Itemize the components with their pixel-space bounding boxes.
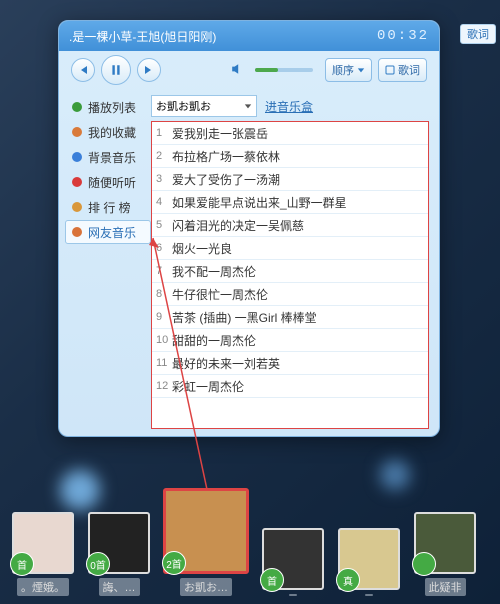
song-number: 10	[156, 334, 172, 346]
now-playing-title: .是一棵小草-王旭(旭日阳刚)	[69, 28, 377, 45]
sidebar-item-3[interactable]: 随便听听	[65, 170, 151, 194]
music-box-link[interactable]: 进音乐盒	[265, 98, 313, 115]
song-count-badge: 首	[10, 552, 34, 576]
song-title: 布拉格广场一蔡依林	[172, 148, 280, 165]
sidebar-icon	[70, 100, 84, 114]
sidebar-item-4[interactable]: 排 行 榜	[65, 195, 151, 219]
dock-item-2[interactable]: 2首お凱お…	[160, 488, 252, 596]
song-row[interactable]: 11最好的未来一刘若英	[152, 352, 428, 375]
sidebar-item-label: 网友音乐	[88, 224, 136, 241]
song-row[interactable]: 1爱我别走一张震岳	[152, 122, 428, 145]
music-player-window: .是一棵小草-王旭(旭日阳刚) 00:32 顺序 歌词 播放列表我的收藏背景音乐…	[58, 20, 440, 437]
song-number: 8	[156, 288, 172, 300]
dock-item-5[interactable]: 此疑非	[410, 512, 480, 596]
song-title: 甜甜的一周杰伦	[172, 332, 256, 349]
song-number: 2	[156, 150, 172, 162]
song-number: 9	[156, 311, 172, 323]
sidebar-icon	[70, 225, 84, 239]
avatar: 首	[12, 512, 74, 574]
song-list: 1爱我别走一张震岳2布拉格广场一蔡依林3爱大了受伤了一汤潮4如果爱能早点说出来_…	[151, 121, 429, 429]
dock-label: お凱お…	[180, 578, 232, 596]
sidebar-item-label: 随便听听	[88, 174, 136, 191]
song-number: 12	[156, 380, 172, 392]
song-title: 彩虹一周杰伦	[172, 378, 244, 395]
sidebar-item-label: 播放列表	[88, 99, 136, 116]
song-count-badge: 2首	[162, 551, 186, 575]
song-count-badge: 真	[336, 568, 360, 592]
song-row[interactable]: 7我不配一周杰伦	[152, 260, 428, 283]
playback-controls: 顺序 歌词	[59, 51, 439, 89]
titlebar: .是一棵小草-王旭(旭日阳刚) 00:32	[59, 21, 439, 51]
pause-button[interactable]	[101, 55, 131, 85]
sidebar-icon	[70, 175, 84, 189]
sidebar-item-label: 我的收藏	[88, 124, 136, 141]
sidebar-item-label: 排 行 榜	[88, 199, 131, 216]
song-row[interactable]: 8牛仔很忙一周杰伦	[152, 283, 428, 306]
song-row[interactable]: 4如果爱能早点说出来_山野一群星	[152, 191, 428, 214]
sidebar-item-2[interactable]: 背景音乐	[65, 145, 151, 169]
sidebar-icon	[70, 150, 84, 164]
song-number: 7	[156, 265, 172, 277]
song-number: 11	[156, 357, 172, 369]
song-number: 1	[156, 127, 172, 139]
song-count-badge	[412, 552, 436, 576]
avatar: 真	[338, 528, 400, 590]
elapsed-time: 00:32	[377, 28, 429, 44]
song-row[interactable]: 5闪着泪光的决定一吴佩慈	[152, 214, 428, 237]
dock-item-3[interactable]: 首	[258, 528, 328, 596]
dock-label: 誨、…	[99, 578, 140, 596]
song-number: 3	[156, 173, 172, 185]
song-count-badge: 0首	[86, 552, 110, 576]
dock-label: 。煙娥。	[17, 578, 69, 596]
sidebar-icon	[70, 125, 84, 139]
avatar: 0首	[88, 512, 150, 574]
category-sidebar: 播放列表我的收藏背景音乐随便听听排 行 榜网友音乐	[59, 89, 151, 434]
dock-item-0[interactable]: 首。煙娥。	[8, 512, 78, 596]
song-title: 牛仔很忙一周杰伦	[172, 286, 268, 303]
lyric-button[interactable]: 歌词	[378, 58, 427, 82]
dock-label	[365, 594, 373, 596]
dock-item-4[interactable]: 真	[334, 528, 404, 596]
song-title: 爱大了受伤了一汤潮	[172, 171, 280, 188]
song-number: 4	[156, 196, 172, 208]
sidebar-item-label: 背景音乐	[88, 149, 136, 166]
song-title: 最好的未来一刘若英	[172, 355, 280, 372]
friends-dock: 首。煙娥。0首誨、…2首お凱お…首真此疑非	[0, 481, 500, 604]
song-title: 苦茶 (插曲) 一黑Girl 棒棒堂	[172, 309, 317, 326]
avatar: 首	[262, 528, 324, 590]
song-row[interactable]: 6烟火一光良	[152, 237, 428, 260]
play-mode-button[interactable]: 顺序	[325, 58, 372, 82]
sidebar-icon	[70, 200, 84, 214]
user-dropdown[interactable]: お凱お凱お	[151, 95, 257, 117]
song-row[interactable]: 10甜甜的一周杰伦	[152, 329, 428, 352]
song-row[interactable]: 2布拉格广场一蔡依林	[152, 145, 428, 168]
song-title: 我不配一周杰伦	[172, 263, 256, 280]
avatar	[414, 512, 476, 574]
song-title: 如果爱能早点说出来_山野一群星	[172, 194, 347, 211]
dock-item-1[interactable]: 0首誨、…	[84, 512, 154, 596]
song-title: 爱我别走一张震岳	[172, 125, 268, 142]
song-row[interactable]: 9苦茶 (插曲) 一黑Girl 棒棒堂	[152, 306, 428, 329]
lyric-window-tag[interactable]: 歌词	[460, 24, 496, 44]
song-title: 烟火一光良	[172, 240, 232, 257]
volume-slider[interactable]	[255, 68, 313, 72]
song-row[interactable]: 12彩虹一周杰伦	[152, 375, 428, 398]
prev-button[interactable]	[71, 58, 95, 82]
song-count-badge: 首	[260, 568, 284, 592]
dock-label: 此疑非	[425, 578, 466, 596]
song-number: 6	[156, 242, 172, 254]
dock-label	[289, 594, 297, 596]
song-row[interactable]: 3爱大了受伤了一汤潮	[152, 168, 428, 191]
sidebar-item-1[interactable]: 我的收藏	[65, 120, 151, 144]
sidebar-item-0[interactable]: 播放列表	[65, 95, 151, 119]
avatar: 2首	[163, 488, 249, 574]
sidebar-item-5[interactable]: 网友音乐	[65, 220, 151, 244]
volume-icon[interactable]	[231, 63, 243, 78]
song-title: 闪着泪光的决定一吴佩慈	[172, 217, 304, 234]
song-number: 5	[156, 219, 172, 231]
next-button[interactable]	[137, 58, 161, 82]
